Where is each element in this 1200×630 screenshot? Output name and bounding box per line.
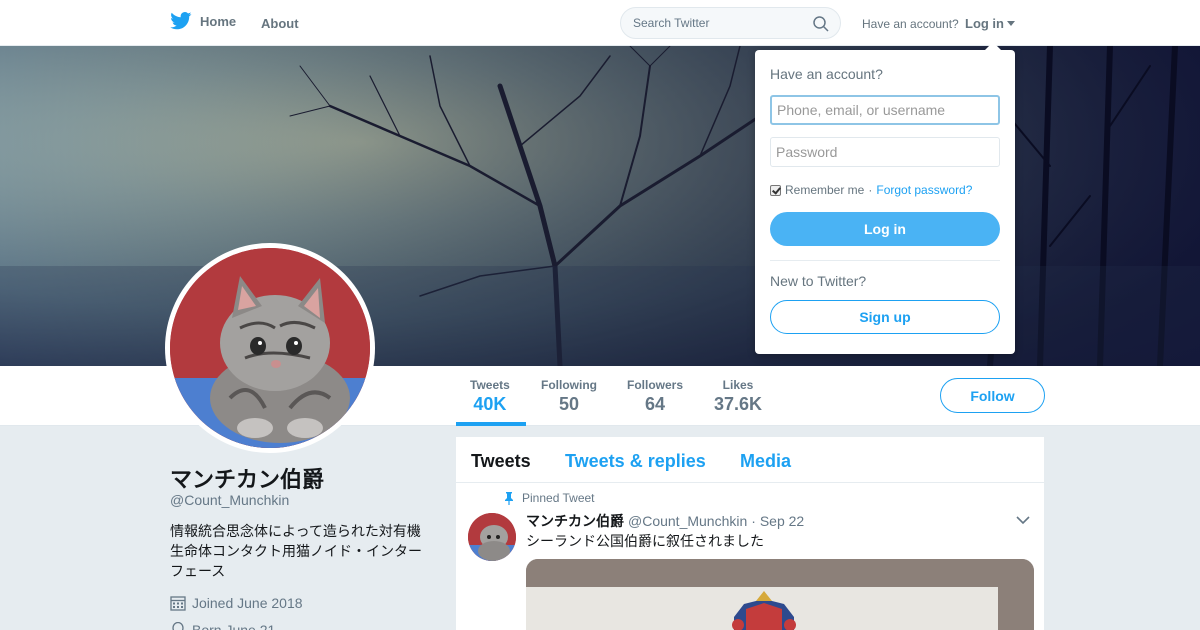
tweet-header: マンチカン伯爵 @Count_Munchkin · Sep 22 (526, 511, 804, 531)
stat-value: 50 (558, 394, 580, 414)
stat-label: Followers (627, 378, 684, 392)
password-field[interactable] (770, 137, 1000, 167)
pin-icon (505, 491, 513, 505)
chevron-down-icon[interactable] (1016, 515, 1030, 525)
active-tab-underline (456, 422, 526, 426)
pinned-tweet-text: Pinned Tweet (522, 491, 595, 505)
tweet-text: シーランド公国伯爵に叙任されました (526, 533, 764, 549)
tweet-avatar[interactable] (468, 513, 516, 561)
top-nav: Home About Have an account? Log in (0, 0, 1200, 46)
login-dropdown: Have an account? Remember me · Forgot pa… (755, 42, 1015, 354)
caret-down-icon (1007, 21, 1015, 26)
profile-joined-text: Joined June 2018 (192, 595, 303, 611)
profile-bio: 情報統合思念体によって造られた対有機生命体コンタクト用猫ノイド・インターフェース (170, 523, 422, 579)
search-icon[interactable] (812, 15, 830, 33)
new-to-twitter-text: New to Twitter? (770, 273, 867, 289)
stat-following[interactable]: Following 50 (541, 378, 597, 415)
signup-button[interactable]: Sign up (770, 300, 1000, 334)
profile-birthday: Born June 21 (170, 622, 275, 630)
tweet-author-handle[interactable]: @Count_Munchkin (628, 513, 747, 529)
remember-me-row: Remember me · Forgot password? (770, 183, 972, 197)
forgot-password-link[interactable]: Forgot password? (876, 183, 972, 197)
tweet-date[interactable]: · Sep 22 (751, 513, 804, 529)
stat-likes[interactable]: Likes 37.6K (714, 378, 762, 415)
dropdown-divider (770, 260, 1000, 261)
twitter-bird-icon (170, 12, 192, 30)
tab-media[interactable]: Media (740, 451, 791, 472)
avatar-kitten-image (170, 248, 370, 448)
remember-me-label[interactable]: Remember me (785, 183, 864, 197)
login-link-label: Log in (965, 16, 1004, 31)
profile-joined: Joined June 2018 (170, 595, 303, 611)
profile-handle[interactable]: @Count_Munchkin (170, 492, 289, 508)
stat-label: Likes (722, 378, 754, 392)
nav-about-link[interactable]: About (261, 16, 299, 31)
search-box[interactable] (620, 7, 841, 39)
username-field[interactable] (770, 95, 1000, 125)
stat-label: Tweets (470, 378, 510, 392)
tweet-media-image[interactable] (526, 559, 1034, 630)
tab-tweets-replies[interactable]: Tweets & replies (565, 451, 706, 472)
remember-me-checkbox[interactable] (770, 184, 781, 196)
tab-tweets[interactable]: Tweets (471, 451, 531, 472)
login-dropdown-title: Have an account? (770, 66, 883, 82)
remember-separator: · (868, 183, 873, 197)
login-dropdown-toggle[interactable]: Log in (965, 16, 1015, 31)
stat-value: 37.6K (714, 394, 763, 414)
stat-value: 64 (644, 394, 666, 414)
stat-tweets[interactable]: Tweets 40K (470, 378, 510, 415)
pinned-tweet-label: Pinned Tweet (504, 491, 595, 505)
have-account-text: Have an account? (862, 17, 959, 31)
follow-button[interactable]: Follow (940, 378, 1045, 413)
search-input[interactable] (633, 16, 803, 30)
nav-home-label: Home (200, 13, 237, 29)
login-button[interactable]: Log in (770, 212, 1000, 246)
stat-value: 40K (473, 394, 507, 414)
timeline: Tweets Tweets & replies Media Pinned Twe… (456, 437, 1044, 630)
balloon-icon (172, 622, 184, 630)
stat-followers[interactable]: Followers 64 (627, 378, 683, 415)
nav-home-link[interactable]: Home (170, 12, 236, 30)
tweet-author-name[interactable]: マンチカン伯爵 (526, 511, 624, 531)
profile-avatar[interactable] (165, 243, 375, 453)
timeline-tabs: Tweets Tweets & replies Media (456, 437, 1044, 483)
stat-label: Following (541, 378, 597, 392)
profile-name: マンチカン伯爵 (170, 467, 325, 492)
profile-birthday-text: Born June 21 (192, 622, 276, 630)
calendar-icon (170, 596, 186, 611)
